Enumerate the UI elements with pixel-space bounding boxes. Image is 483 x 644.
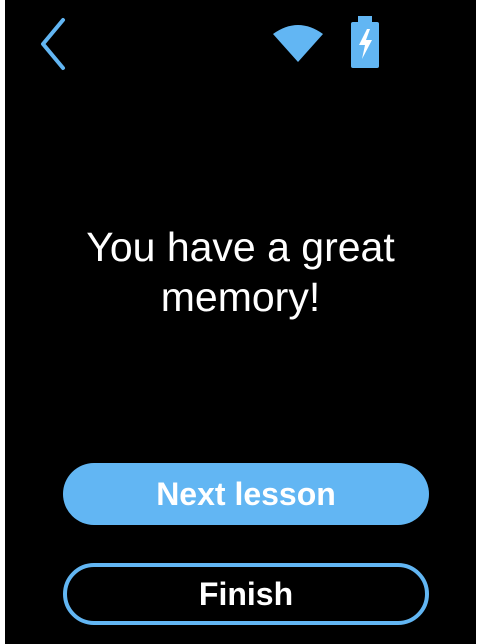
finish-button[interactable]: Finish (63, 563, 429, 625)
next-lesson-label: Next lesson (156, 475, 336, 512)
success-message: You have a great memory! (86, 224, 395, 320)
finish-label: Finish (198, 575, 294, 612)
back-button[interactable] (33, 16, 73, 72)
battery-charging-icon (348, 16, 382, 68)
chevron-left-icon (41, 18, 65, 70)
device-screen: You have a great memory! Next lesson Fin… (5, 0, 476, 644)
wifi-icon (271, 22, 325, 62)
next-lesson-button[interactable]: Next lesson (63, 463, 429, 525)
